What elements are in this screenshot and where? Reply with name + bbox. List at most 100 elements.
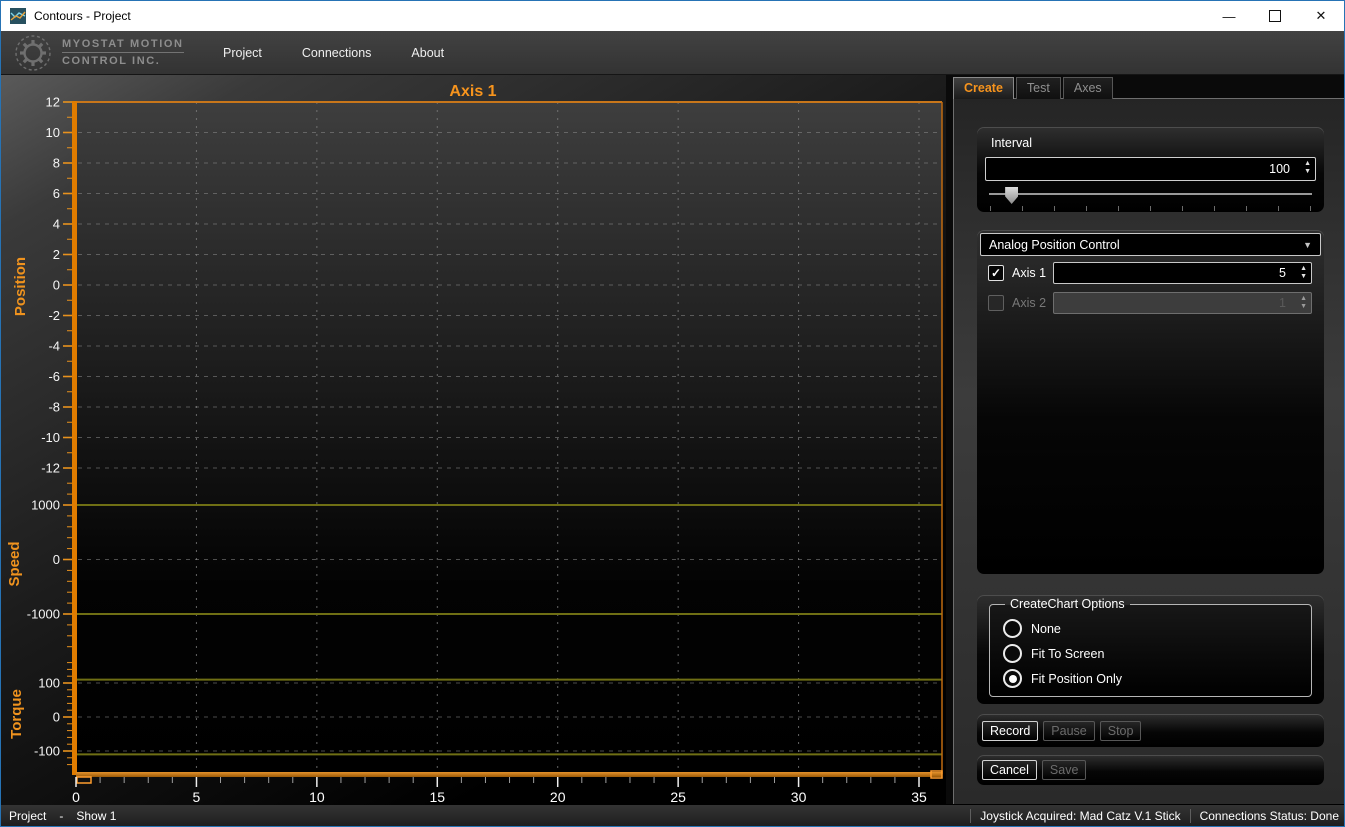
brand-text: MYOSTAT MOTION CONTROL INC. — [62, 38, 184, 67]
transport-buttons-panel: Record Pause Stop — [977, 714, 1324, 747]
axis2-input: 1 ▲ ▼ — [1053, 292, 1312, 314]
radio-none[interactable] — [1003, 619, 1022, 638]
menu-items: Project Connections About — [203, 40, 464, 66]
slider-ticks — [990, 206, 1311, 211]
window-controls: — ✕ — [1206, 1, 1344, 31]
brand-line-1: MYOSTAT MOTION — [62, 38, 184, 53]
slider-thumb[interactable] — [1005, 187, 1018, 204]
svg-text:-10: -10 — [41, 430, 60, 445]
gear-logo-icon — [13, 33, 53, 73]
svg-text:100: 100 — [38, 676, 60, 691]
tab-create[interactable]: Create — [953, 77, 1014, 99]
side-panel: Create Test Axes Interval 100 ▲ ▼ — [946, 75, 1344, 804]
status-divider — [970, 809, 971, 823]
createchart-options-groupbox: CreateChart Options None Fit To Screen F… — [989, 597, 1312, 697]
chevron-down-icon: ▼ — [1303, 240, 1312, 250]
minimize-button[interactable]: — — [1206, 1, 1252, 31]
menubar: MYOSTAT MOTION CONTROL INC. Project Conn… — [1, 31, 1344, 75]
svg-text:20: 20 — [550, 789, 566, 805]
svg-text:-100: -100 — [34, 744, 60, 759]
axis2-spinner: ▲ ▼ — [1300, 295, 1307, 311]
svg-text:-1000: -1000 — [27, 607, 60, 622]
action-buttons-panel: Cancel Save — [977, 755, 1324, 785]
groupbox-legend: CreateChart Options — [1005, 597, 1130, 611]
maximize-button[interactable] — [1252, 1, 1298, 31]
window-title: Contours - Project — [34, 9, 131, 23]
menu-item-project[interactable]: Project — [203, 40, 282, 66]
svg-text:8: 8 — [53, 156, 60, 171]
radio-row-none[interactable]: None — [1003, 619, 1311, 638]
svg-text:15: 15 — [429, 789, 445, 805]
status-joystick: Joystick Acquired: Mad Catz V.1 Stick — [980, 809, 1180, 823]
axis1-label: Axis 1 — [1012, 266, 1053, 280]
svg-text:-4: -4 — [48, 339, 60, 354]
svg-text:Position: Position — [12, 257, 29, 316]
svg-text:4: 4 — [53, 217, 60, 232]
interval-input[interactable]: 100 ▲ ▼ — [985, 157, 1316, 181]
svg-text:25: 25 — [670, 789, 686, 805]
status-separator-dash: - — [59, 809, 63, 823]
radio-fit-position-only[interactable] — [1003, 669, 1022, 688]
app-window: Contours - Project — ✕ — [0, 0, 1345, 827]
axis1-row: ✓ Axis 1 5 ▲ ▼ — [988, 261, 1312, 285]
axis1-input[interactable]: 5 ▲ ▼ — [1053, 262, 1312, 284]
save-button: Save — [1042, 760, 1087, 780]
status-project: Project — [9, 809, 46, 823]
tab-axes[interactable]: Axes — [1063, 77, 1113, 99]
menu-item-about[interactable]: About — [391, 40, 464, 66]
svg-text:Speed: Speed — [6, 541, 23, 586]
svg-text:35: 35 — [911, 789, 927, 805]
svg-text:10: 10 — [309, 789, 325, 805]
axis1-spinner[interactable]: ▲ ▼ — [1300, 265, 1307, 281]
spinner-up-icon[interactable]: ▲ — [1300, 265, 1307, 273]
tab-strip: Create Test Axes — [953, 77, 1113, 99]
svg-text:10: 10 — [46, 125, 60, 140]
pause-button: Pause — [1043, 721, 1094, 741]
cancel-button[interactable]: Cancel — [982, 760, 1037, 780]
svg-text:1000: 1000 — [31, 498, 60, 513]
control-mode-dropdown[interactable]: Analog Position Control ▼ — [980, 233, 1321, 256]
axis2-checkbox[interactable] — [988, 295, 1004, 311]
maximize-icon — [1269, 10, 1281, 22]
status-divider — [1190, 809, 1191, 823]
svg-text:-6: -6 — [48, 369, 60, 384]
radio-row-fit-to-screen[interactable]: Fit To Screen — [1003, 644, 1311, 663]
svg-text:2: 2 — [53, 247, 60, 262]
statusbar: Project - Show 1 Joystick Acquired: Mad … — [1, 805, 1344, 826]
chart-region[interactable]: 121086420-2-4-6-8-10-12Position10000-100… — [1, 75, 946, 806]
record-button[interactable]: Record — [982, 721, 1038, 741]
interval-slider[interactable] — [989, 187, 1312, 211]
svg-text:6: 6 — [53, 186, 60, 201]
axis1-chart[interactable]: 121086420-2-4-6-8-10-12Position10000-100… — [1, 75, 946, 806]
axis1-value: 5 — [1279, 266, 1286, 280]
interval-value: 100 — [1269, 162, 1290, 176]
status-left: Project - Show 1 — [9, 809, 116, 823]
svg-text:0: 0 — [53, 710, 60, 725]
axis1-checkbox[interactable]: ✓ — [988, 265, 1004, 281]
status-connections: Connections Status: Done — [1200, 809, 1339, 823]
radio-row-fit-position-only[interactable]: Fit Position Only — [1003, 669, 1311, 688]
tab-test[interactable]: Test — [1016, 77, 1061, 99]
svg-text:Torque: Torque — [8, 689, 25, 739]
titlebar: Contours - Project — ✕ — [1, 1, 1344, 31]
create-tab-page: Interval 100 ▲ ▼ Analog Position Control — [953, 98, 1344, 804]
radio-fit-position-only-label: Fit Position Only — [1031, 672, 1122, 686]
svg-text:-8: -8 — [48, 400, 60, 415]
axis2-value: 1 — [1279, 296, 1286, 310]
status-show: Show 1 — [76, 809, 116, 823]
menu-item-connections[interactable]: Connections — [282, 40, 392, 66]
svg-text:0: 0 — [72, 789, 80, 805]
close-button[interactable]: ✕ — [1298, 1, 1344, 31]
spinner-down-icon[interactable]: ▼ — [1304, 168, 1311, 176]
interval-spinner[interactable]: ▲ ▼ — [1304, 160, 1311, 176]
spinner-down-icon: ▼ — [1300, 303, 1307, 311]
svg-text:0: 0 — [53, 552, 60, 567]
radio-fit-to-screen[interactable] — [1003, 644, 1022, 663]
spinner-up-icon: ▲ — [1300, 295, 1307, 303]
interval-panel: Interval 100 ▲ ▼ — [977, 127, 1324, 212]
brand-logo: MYOSTAT MOTION CONTROL INC. — [13, 33, 191, 73]
control-panel: Analog Position Control ▼ ✓ Axis 1 5 ▲ ▼ — [977, 230, 1324, 574]
spinner-down-icon[interactable]: ▼ — [1300, 273, 1307, 281]
spinner-up-icon[interactable]: ▲ — [1304, 160, 1311, 168]
app-icon — [10, 8, 26, 24]
